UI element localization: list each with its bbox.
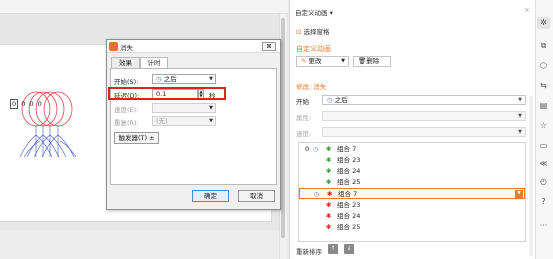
order-tag[interactable]: 0: [28, 100, 34, 108]
exit-effect-icon: ✱: [326, 201, 332, 209]
shape-icon[interactable]: ⬡: [537, 60, 550, 72]
list-item-order: 0: [305, 145, 310, 153]
trigger-button[interactable]: 触发器(T) ±: [114, 132, 159, 144]
list-item[interactable]: ✱ 组合 23: [299, 200, 525, 211]
exit-effect-icon: ✱: [327, 190, 333, 198]
bookmark-icon[interactable]: ▭: [537, 140, 550, 152]
select-pane-icon: ⊡: [296, 28, 304, 36]
list-item[interactable]: ✱ 组合 25: [299, 222, 525, 233]
order-tag[interactable]: 0: [20, 100, 26, 108]
entrance-effect-icon: ✱: [326, 145, 332, 153]
share-icon[interactable]: ≪: [537, 158, 550, 170]
pane-title-text: 自定义动画: [295, 9, 328, 17]
exit-effect-icon: ✱: [326, 212, 332, 220]
pane-scrollbar[interactable]: [529, 96, 533, 256]
list-item[interactable]: ✱ 组合 25: [299, 177, 525, 188]
select-pane-label: 选择窗格: [303, 28, 330, 36]
change-label: 更改: [308, 57, 322, 65]
pane-close-button[interactable]: ×: [524, 6, 530, 14]
canvas-scroll-thumb[interactable]: [281, 18, 285, 238]
list-item-label: 组合 25: [337, 223, 361, 231]
list-item[interactable]: ✱ 组合 23: [299, 155, 525, 166]
list-item-label: 组合 23: [337, 201, 361, 209]
delete-label: 删除: [366, 57, 380, 65]
pane-speed-select[interactable]: ▼: [322, 127, 526, 137]
list-item-selected[interactable]: ◷ ✱ 组合 7 ▼: [299, 188, 525, 199]
annotation-highlight-box: [108, 87, 226, 100]
order-tag[interactable]: 0: [37, 100, 43, 108]
list-item-label: 组合 25: [337, 178, 361, 186]
mouse-icon: ◷: [156, 75, 164, 83]
dialog-title-bar[interactable]: 消失 ⊠: [107, 40, 280, 53]
animation-icon[interactable]: ✲: [537, 17, 550, 29]
ok-button[interactable]: 确定: [192, 190, 229, 202]
entrance-effect-icon: ✱: [326, 178, 332, 186]
start-select-value: 之后: [163, 75, 177, 83]
repeat-select-value: (无): [156, 117, 168, 125]
section-title: 自定义动画: [296, 45, 331, 53]
star-icon[interactable]: ☆: [537, 120, 550, 132]
mouse-icon: ◷: [314, 191, 320, 198]
pane-start-select[interactable]: ◷ 之后 ▼: [322, 95, 526, 105]
start-select[interactable]: ◷ 之后 ▼: [152, 74, 216, 84]
cancel-button[interactable]: 取消: [238, 190, 275, 202]
start-label: 开始(S):: [114, 78, 139, 86]
change-icon: ✎: [301, 57, 309, 65]
change-button[interactable]: ✎ 更改 ▼: [296, 56, 349, 67]
history-icon[interactable]: ◴: [537, 176, 550, 188]
chevron-down-icon: ▼: [209, 105, 213, 111]
delete-button[interactable]: 🗑删除: [353, 56, 391, 67]
chevron-down-icon: ▼: [518, 97, 522, 103]
speed-label: 速度(E):: [114, 106, 139, 114]
order-tag[interactable]: 0: [10, 99, 19, 109]
list-item-label: 组合 24: [337, 167, 361, 175]
chevron-down-icon: ▼: [341, 58, 345, 64]
animation-list[interactable]: 0 ◷ ✱ 组合 7 ✱ 组合 23 ✱ 组合 24 ✱ 组合 25 ◷ ✱ 组…: [298, 142, 526, 242]
pane-property-select[interactable]: ▼: [322, 111, 526, 121]
entrance-effect-icon: ✱: [326, 167, 332, 175]
list-item[interactable]: ✱ 组合 24: [299, 211, 525, 222]
chevron-down-icon: ▾: [329, 9, 333, 17]
speed-label: 速度:: [296, 130, 312, 138]
template-icon[interactable]: ▤: [537, 100, 550, 112]
reorder-label: 重新排序: [296, 248, 322, 256]
animation-order-tags: 0 0 0 0: [10, 99, 43, 109]
repeat-label: 重复(R):: [114, 119, 139, 127]
chevron-down-icon: ▼: [209, 118, 213, 124]
list-item-label: 组合 7: [337, 145, 357, 153]
chevron-down-icon: ▼: [518, 129, 522, 135]
pane-start-value: 之后: [334, 96, 348, 104]
help-icon[interactable]: ?: [537, 196, 550, 208]
move-down-button[interactable]: ↓: [344, 244, 354, 254]
mouse-icon: ◷: [313, 146, 319, 153]
list-item-label: 组合 23: [337, 156, 361, 164]
list-item[interactable]: ✱ 组合 24: [299, 166, 525, 177]
chevron-down-icon: ▼: [209, 76, 213, 82]
move-up-button[interactable]: ↑: [328, 244, 338, 254]
transition-icon[interactable]: ⇆: [537, 80, 550, 92]
more-icon[interactable]: ···: [537, 220, 550, 232]
list-item-label: 组合 7: [338, 190, 358, 198]
pane-title[interactable]: 自定义动画 ▾: [295, 7, 333, 17]
list-item-label: 组合 24: [337, 212, 361, 220]
dialog-title: 消失: [120, 44, 133, 52]
dialog-close-button[interactable]: ⊠: [262, 42, 276, 51]
exit-effect-icon: ✱: [326, 223, 332, 231]
select-pane-link[interactable]: ⊡ 选择窗格: [296, 26, 330, 36]
entrance-effect-icon: ✱: [326, 156, 332, 164]
property-label: 属性:: [296, 114, 312, 122]
chevron-down-icon: ▼: [518, 113, 522, 119]
tab-effect[interactable]: 效果: [111, 57, 140, 68]
canvas-bottom-area: [0, 230, 288, 259]
chevron-down-icon[interactable]: ▼: [515, 190, 523, 198]
canvas-top-strip: [0, 0, 288, 14]
speed-select[interactable]: ▼: [152, 103, 216, 113]
start-label: 开始: [296, 98, 309, 106]
list-item[interactable]: 0 ◷ ✱ 组合 7: [299, 144, 525, 155]
mouse-icon: ◷: [327, 96, 335, 104]
dialog-app-icon: [109, 42, 118, 51]
repeat-select[interactable]: (无) ▼: [152, 116, 216, 126]
modify-label: 修改: 消失: [296, 83, 327, 91]
layers-icon[interactable]: ⧉: [537, 40, 550, 52]
